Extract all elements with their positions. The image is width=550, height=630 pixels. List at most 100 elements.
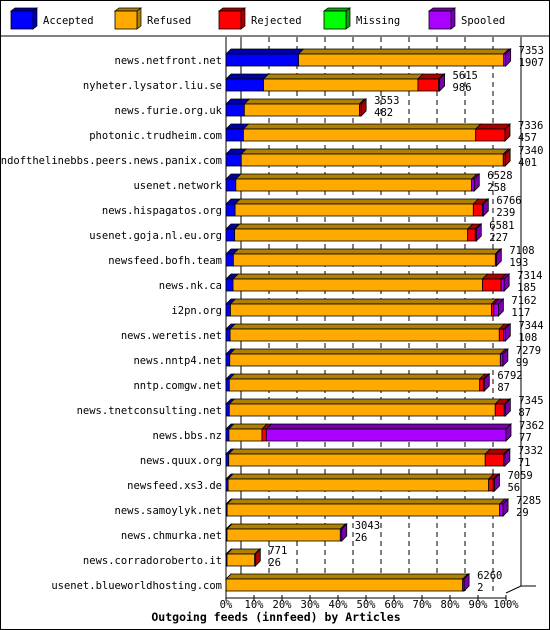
offered-label: 7340 (518, 145, 543, 157)
offered-label: 6581 (489, 220, 514, 232)
category-label: news.samoylyk.net (115, 505, 222, 517)
bar-row: news.bbs.nz 736277 (152, 420, 544, 444)
bar-segment-accepted (225, 378, 230, 392)
accepted-label: 56 (507, 482, 520, 494)
offered-label: 6766 (496, 195, 521, 207)
bar-row: news.hispagatos.org 6766239 (102, 195, 522, 219)
bar-segment-refused (229, 353, 501, 367)
bar-segment-refused (240, 153, 504, 167)
legend-swatch (10, 10, 34, 30)
bar-row: news.weretis.net 7344108 (121, 320, 544, 344)
bar-segment-top-refused (233, 223, 474, 230)
accepted-label: 108 (518, 332, 537, 344)
bar-segment-top-refused (234, 198, 480, 205)
bar-segment-rejected (261, 428, 267, 442)
bar-segment-top-rejected (474, 123, 511, 130)
x-axis-depth (505, 585, 522, 594)
bar-segment-top-refused (228, 373, 486, 380)
bar-segment-top-refused (232, 248, 502, 255)
offered-label: 7314 (517, 270, 542, 282)
bar-row: news.tnetconsulting.net 734587 (77, 395, 544, 419)
offered-label: 7344 (518, 320, 543, 332)
bar-segment-refused (235, 178, 473, 192)
bar-segment-top-refused (229, 323, 506, 330)
offered-label: 771 (268, 545, 287, 557)
accepted-label: 239 (496, 207, 515, 219)
bar-segment-refused (225, 578, 464, 592)
offered-label: 7345 (518, 395, 543, 407)
bar-segment-refused (228, 403, 496, 417)
bar-row: news.furie.org.uk 3553482 (115, 95, 400, 119)
offered-label: 7353 (519, 45, 544, 57)
bar-segment-accepted (225, 203, 236, 217)
offered-label: 7332 (518, 445, 543, 457)
bar-row: news.samoylyk.net 728529 (115, 495, 542, 519)
category-label: photonic.trudheim.com (89, 130, 222, 142)
accepted-label: 29 (516, 507, 529, 519)
x-tick-label: 90% (469, 599, 489, 611)
bar-row: nntp.comgw.net 679287 (133, 370, 522, 394)
offered-label: 6528 (487, 170, 512, 182)
chart-title: Outgoing feeds (innfeed) by Articles (151, 610, 400, 624)
accepted-label: 457 (518, 132, 537, 144)
legend-swatch-side (240, 7, 246, 30)
accepted-label: 193 (509, 257, 528, 269)
bar-segment-refused (226, 553, 256, 567)
bar-segment-spooled (499, 503, 504, 517)
legend-item-refused: Refused (113, 7, 191, 30)
bar-segment-accepted (225, 53, 299, 67)
legend-swatch (114, 10, 138, 30)
category-label: news.furie.org.uk (115, 105, 223, 117)
bar-segment-top-refused (229, 298, 498, 305)
category-label: i2pn.org (171, 305, 222, 317)
category-label: newsfeed.bofh.team (108, 255, 222, 267)
accepted-label: 185 (517, 282, 536, 294)
bar-segment-refused (263, 78, 419, 92)
legend-swatch-side (136, 7, 142, 30)
bar-segment-top-refused (225, 573, 469, 580)
bar-segment-accepted (225, 228, 236, 242)
legend-item-missing: Missing (322, 7, 400, 30)
bar-row: news.corradoroberto.it 77126 (83, 545, 287, 569)
accepted-label: 986 (453, 82, 472, 94)
bar-segment-refused (230, 303, 492, 317)
offered-label: 7108 (509, 245, 534, 257)
legend-item-rejected: Rejected (217, 7, 302, 30)
offered-label: 6792 (497, 370, 522, 382)
bar-segment-accepted (225, 153, 242, 167)
bar-row: usenet.network 6528258 (133, 170, 512, 194)
legend-item-accepted: Accepted (9, 7, 94, 30)
offered-label: 3043 (355, 520, 380, 532)
legend-swatch (218, 10, 242, 30)
category-label: news.netfront.net (115, 55, 222, 67)
bar-segment-rejected (472, 203, 483, 217)
accepted-label: 401 (518, 157, 537, 169)
bar-segment-top-refused (240, 148, 510, 155)
bar-segment-refused (234, 228, 469, 242)
category-label: news.nk.ca (159, 280, 222, 292)
bar-segment-accepted (225, 178, 237, 192)
bar-segment-rejected (482, 278, 502, 292)
category-label: news.tnetconsulting.net (77, 405, 222, 417)
offered-label: 5615 (453, 70, 478, 82)
x-tick-label: 70% (413, 599, 433, 611)
category-label: news.quux.org (140, 455, 222, 467)
bar-segment-spooled (500, 278, 505, 292)
bar-segment-rejected (494, 403, 505, 417)
bar-segment-refused (232, 278, 483, 292)
category-label: nyheter.lysator.liu.se (83, 80, 222, 92)
bar-row: news.quux.org 733271 (140, 445, 543, 469)
bar-segment-refused (242, 128, 477, 142)
accepted-label: 77 (519, 432, 532, 444)
category-label: news.chmurka.net (121, 530, 222, 542)
bar-segment-accepted (225, 403, 230, 417)
bar-segment-accepted (225, 328, 231, 342)
bar-segment-rejected (479, 378, 484, 392)
bar-row: news.nntp4.net 727999 (133, 345, 541, 369)
bar-segment-rejected (467, 228, 476, 242)
accepted-label: 99 (516, 357, 529, 369)
legend-label: Spooled (461, 15, 505, 27)
bar-row: news.chmurka.net 304326 (121, 520, 380, 544)
bar-segment-refused (234, 203, 474, 217)
legend-swatch (428, 10, 452, 30)
